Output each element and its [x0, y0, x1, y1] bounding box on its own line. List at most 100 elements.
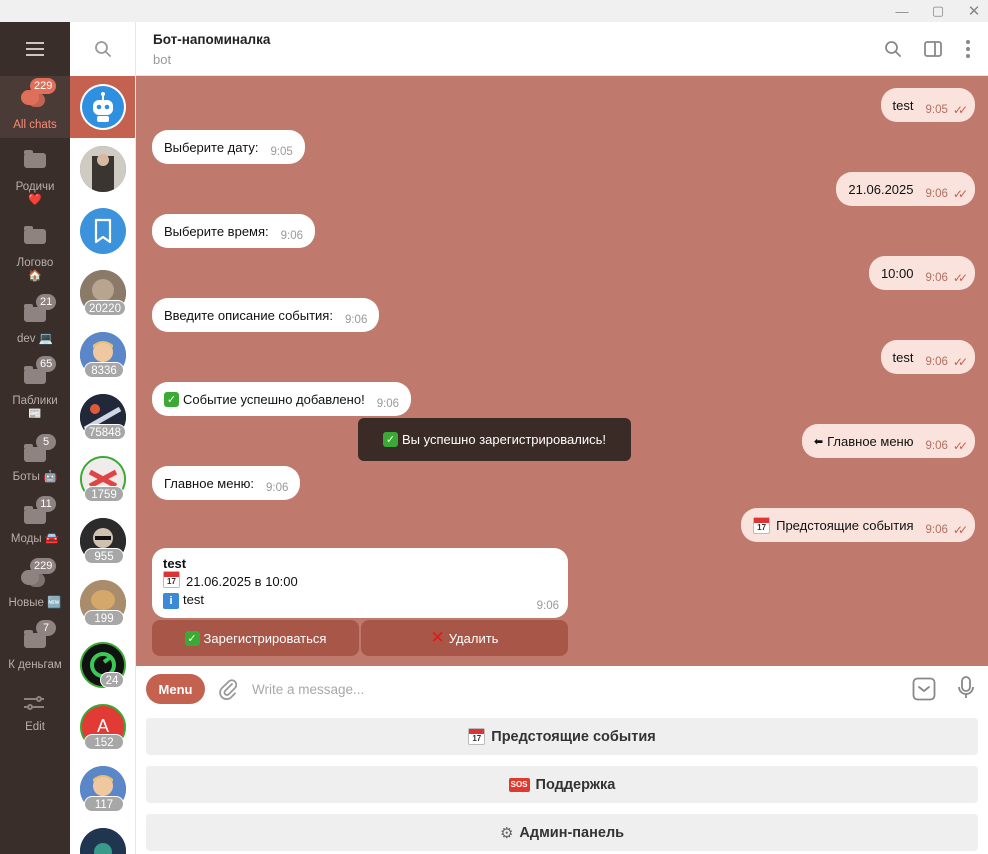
- chat-header: Бот-напоминалка bot: [136, 22, 988, 76]
- message-outgoing[interactable]: ⬅ Главное меню 9:06 ✓✓: [801, 424, 975, 458]
- side-panel-icon[interactable]: [920, 36, 946, 62]
- chat-item[interactable]: 8336: [70, 324, 135, 386]
- double-check-icon: ✓✓: [952, 355, 968, 369]
- message-incoming[interactable]: Главное меню: 9:06: [152, 466, 301, 500]
- chat-item[interactable]: 75848: [70, 386, 135, 448]
- folder-bots[interactable]: 5 Боты 🤖: [0, 432, 70, 494]
- folder-rodichi[interactable]: Родичи ❤️: [0, 138, 70, 206]
- chat-item[interactable]: 20220: [70, 262, 135, 324]
- register-button[interactable]: ✓ Зарегистрироваться: [152, 620, 359, 656]
- message-outgoing[interactable]: 21.06.2025 9:06 ✓✓: [836, 172, 975, 206]
- calendar-emoji-icon: 17: [163, 571, 180, 588]
- message-time: 9:06: [925, 356, 948, 368]
- register-label: Зарегистрироваться: [203, 630, 327, 646]
- chat-item-saved-messages[interactable]: [70, 200, 135, 262]
- double-check-icon: ✓✓: [952, 187, 968, 201]
- unread-badge: 24: [100, 672, 124, 688]
- message-text: Событие успешно добавлено!: [183, 391, 365, 407]
- message-outgoing[interactable]: 17 Предстоящие события 9:06 ✓✓: [741, 508, 975, 542]
- search-icon[interactable]: [880, 36, 906, 62]
- back-arrow-emoji-icon: ⬅: [813, 435, 824, 448]
- chat-title[interactable]: Бот-напоминалка: [153, 32, 270, 47]
- message-text: 21.06.2025: [848, 181, 914, 197]
- chat-list: 20220 8336 75848 1759 955 199 24 A 152 1…: [70, 22, 136, 854]
- microphone-icon[interactable]: [957, 676, 981, 702]
- chat-item[interactable]: 199: [70, 572, 135, 634]
- house-emoji-icon: 🏠: [28, 270, 42, 282]
- close-button[interactable]: ✕: [956, 0, 988, 22]
- chat-item[interactable]: 24: [70, 634, 135, 696]
- folder-all-chats[interactable]: 229 All chats: [0, 76, 70, 138]
- minimize-button[interactable]: —: [884, 0, 920, 22]
- message-time: 9:06: [925, 188, 948, 200]
- chat-item[interactable]: 955: [70, 510, 135, 572]
- chat-item[interactable]: A 152: [70, 696, 135, 758]
- folder-badge: 229: [30, 558, 57, 574]
- more-options-icon[interactable]: [955, 36, 981, 62]
- unread-badge: 955: [84, 548, 124, 564]
- message-outgoing[interactable]: 10:00 9:06 ✓✓: [868, 256, 975, 290]
- admin-panel-button[interactable]: ⚙ Админ-панель: [146, 814, 978, 851]
- paperclip-icon[interactable]: [216, 676, 240, 702]
- calendar-emoji-icon: 17: [753, 516, 771, 534]
- folder-dev[interactable]: 21 dev 💻: [0, 292, 70, 354]
- message-area[interactable]: test 9:05 ✓✓ Выберите дату: 9:05 21.06.2…: [136, 76, 988, 666]
- unread-badge: 75848: [84, 424, 126, 440]
- message-text: Предстоящие события: [776, 517, 914, 533]
- folder-badge: 5: [36, 434, 56, 450]
- message-text: Выберите дату:: [164, 139, 259, 155]
- chat-item[interactable]: [70, 138, 135, 200]
- unread-badge: 199: [84, 610, 124, 626]
- event-card-message[interactable]: test 17 21.06.2025 в 10:00 i test 9:06: [152, 548, 568, 618]
- message-text: test: [892, 97, 914, 113]
- message-incoming[interactable]: Выберите время: 9:06: [152, 214, 316, 248]
- message-outgoing[interactable]: test 9:06 ✓✓: [880, 340, 975, 374]
- window-titlebar: — ▢ ✕: [0, 0, 988, 22]
- double-check-icon: ✓✓: [952, 439, 968, 453]
- search-icon[interactable]: [70, 22, 135, 76]
- message-text: Выберите время:: [164, 223, 269, 239]
- message-incoming[interactable]: Введите описание события: 9:06: [152, 298, 380, 332]
- message-time: 9:06: [280, 230, 304, 242]
- laptop-emoji-icon: 💻: [38, 333, 54, 345]
- folder-badge: 7: [36, 620, 56, 636]
- maximize-button[interactable]: ▢: [920, 0, 956, 22]
- chat-item-bot-reminder[interactable]: [70, 76, 135, 138]
- info-emoji-icon: i: [163, 593, 179, 609]
- folder-new[interactable]: 229 Новые 🆕: [0, 556, 70, 618]
- hamburger-menu-icon[interactable]: [0, 22, 70, 76]
- message-outgoing[interactable]: test 9:05 ✓✓: [880, 88, 975, 122]
- sos-emoji-icon: SOS: [508, 777, 530, 792]
- chat-item[interactable]: 117: [70, 758, 135, 820]
- keyboard-toggle-icon[interactable]: [912, 677, 936, 701]
- message-time: 9:06: [376, 398, 400, 410]
- message-input[interactable]: [252, 674, 892, 704]
- delete-button[interactable]: ✕ Удалить: [361, 620, 568, 656]
- chat-subtitle: bot: [153, 52, 172, 67]
- unread-badge: 152: [84, 734, 124, 750]
- folder-label: Edit: [25, 721, 45, 733]
- folder-money[interactable]: 7 К деньгам: [0, 618, 70, 680]
- folder-icon: [23, 148, 47, 168]
- toast-text: Вы успешно зарегистрировались!: [402, 432, 606, 447]
- message-incoming[interactable]: Выберите дату: 9:05: [152, 130, 305, 164]
- folder-edit[interactable]: Edit: [0, 684, 70, 746]
- double-check-icon: ✓✓: [952, 103, 968, 117]
- folder-publics[interactable]: 65 Паблики 📰: [0, 354, 70, 420]
- bot-menu-button[interactable]: Menu: [146, 674, 205, 704]
- heart-emoji-icon: ❤️: [28, 194, 42, 206]
- folder-mods[interactable]: 11 Моды 🚘: [0, 494, 70, 556]
- support-button[interactable]: SOS Поддержка: [146, 766, 978, 803]
- chat-item[interactable]: 1759: [70, 448, 135, 510]
- message-time: 9:06: [925, 524, 948, 536]
- chat-item[interactable]: [70, 820, 135, 854]
- folder-logovo[interactable]: Логово 🏠: [0, 214, 70, 282]
- avatar: [80, 146, 126, 192]
- compose-bar: Menu: [136, 666, 988, 712]
- upcoming-events-button[interactable]: 17 Предстоящие события: [146, 718, 978, 755]
- button-label: Предстоящие события: [491, 728, 656, 745]
- folder-label: Боты: [12, 471, 40, 483]
- message-incoming[interactable]: ✓ Событие успешно добавлено! 9:06: [152, 382, 412, 416]
- avatar: [80, 828, 126, 854]
- event-title: test: [163, 556, 187, 571]
